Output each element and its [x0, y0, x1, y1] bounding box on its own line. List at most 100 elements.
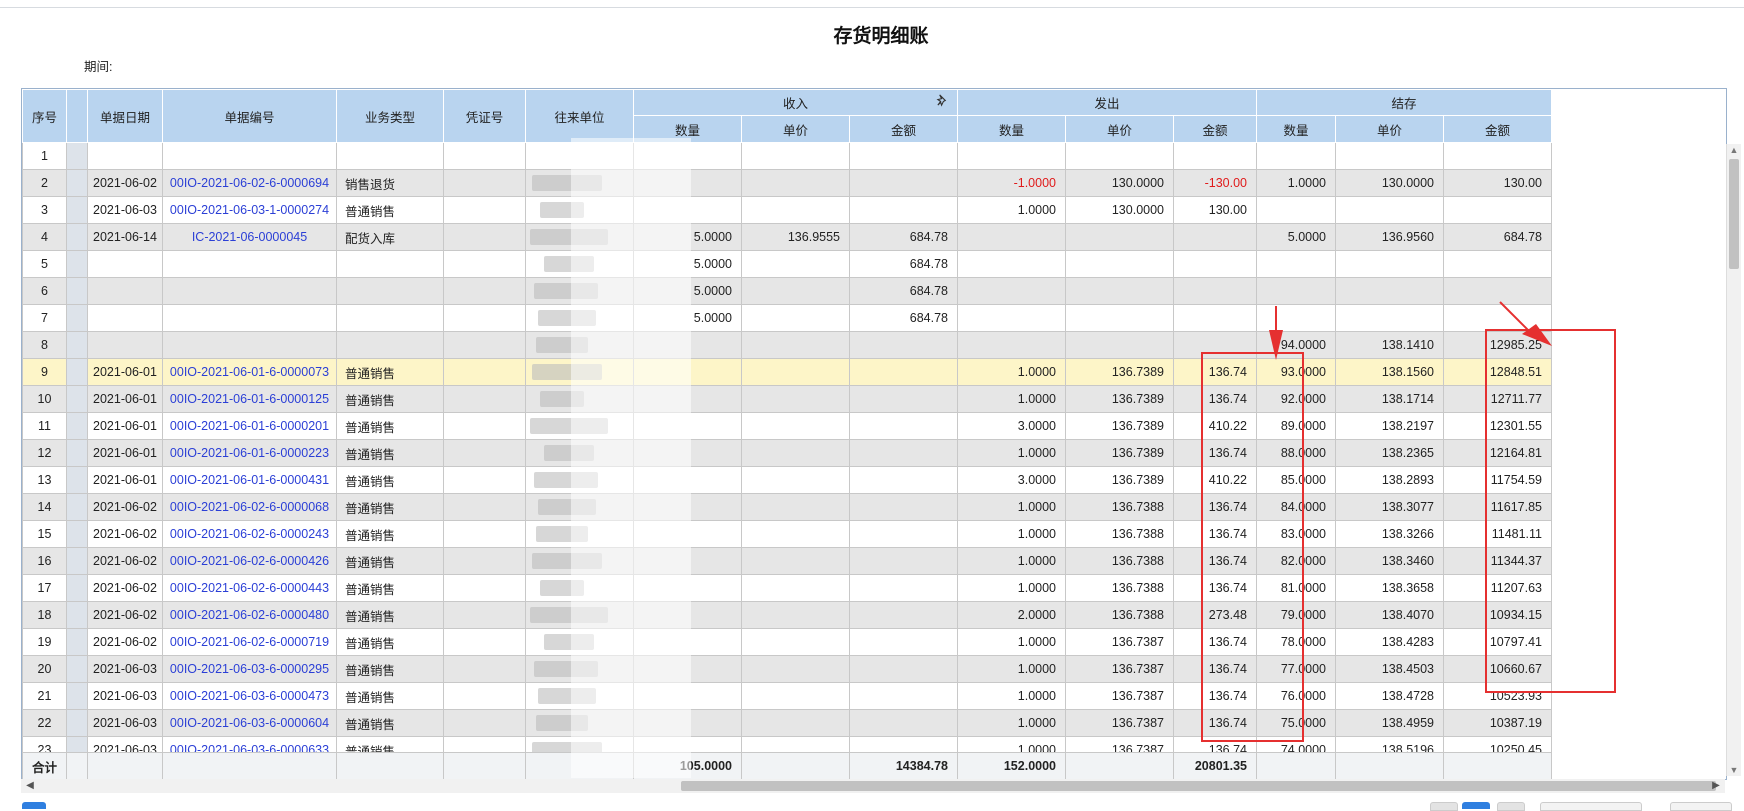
- table-row[interactable]: 22 2021-06-03 00IO-2021-06-03-6-0000604 普通销…: [22, 709, 1552, 737]
- table-row[interactable]: 5 5.0000 684.78: [22, 250, 1552, 278]
- table-row[interactable]: 16 2021-06-02 00IO-2021-06-02-6-0000426 普通销…: [22, 547, 1552, 575]
- footer-page-size-select[interactable]: [1540, 802, 1642, 811]
- doc-no-link[interactable]: 00IO-2021-06-02-6-0000443: [162, 574, 337, 602]
- doc-no-link[interactable]: 00IO-2021-06-02-6-0000719: [162, 628, 337, 656]
- group-issue-header[interactable]: 发出: [957, 89, 1257, 116]
- doc-no-link[interactable]: [162, 277, 337, 305]
- footer-goto-input[interactable]: [1670, 802, 1732, 811]
- issue-price-cell: 136.7387: [1065, 628, 1174, 656]
- date-cell: 2021-06-02: [87, 628, 163, 656]
- table-row[interactable]: 21 2021-06-03 00IO-2021-06-03-6-0000473 普通销…: [22, 682, 1552, 710]
- table-row[interactable]: 1: [22, 142, 1552, 170]
- doc-no-link[interactable]: 00IO-2021-06-02-6-0000480: [162, 601, 337, 629]
- table-row[interactable]: 20 2021-06-03 00IO-2021-06-03-6-0000295 普通销…: [22, 655, 1552, 683]
- income-price-cell: [741, 601, 850, 629]
- table-row[interactable]: 6 5.0000 684.78: [22, 277, 1552, 305]
- balance-price-cell: 138.2197: [1335, 412, 1444, 440]
- doc-no-link[interactable]: IC-2021-06-0000045: [162, 223, 337, 251]
- table-row[interactable]: 17 2021-06-02 00IO-2021-06-02-6-0000443 普通销…: [22, 574, 1552, 602]
- income-price-cell: [741, 277, 850, 305]
- doc-no-link[interactable]: 00IO-2021-06-02-6-0000068: [162, 493, 337, 521]
- doc-no-link[interactable]: [162, 250, 337, 278]
- income-price-header[interactable]: 单价: [741, 115, 850, 143]
- col-voucher-header[interactable]: 凭证号: [443, 89, 526, 143]
- table-row[interactable]: 14 2021-06-02 00IO-2021-06-02-6-0000068 普通销…: [22, 493, 1552, 521]
- scroll-right-icon[interactable]: ▶: [1709, 779, 1723, 793]
- table-row[interactable]: 19 2021-06-02 00IO-2021-06-02-6-0000719 普通销…: [22, 628, 1552, 656]
- doc-no-link[interactable]: 00IO-2021-06-03-1-0000274: [162, 196, 337, 224]
- doc-no-link[interactable]: 00IO-2021-06-01-6-0000431: [162, 466, 337, 494]
- doc-no-link[interactable]: [162, 142, 337, 170]
- footer-page-button-active[interactable]: [1462, 802, 1490, 809]
- table-row[interactable]: 3 2021-06-03 00IO-2021-06-03-1-0000274 普通销售…: [22, 196, 1552, 224]
- horizontal-scrollbar[interactable]: ◀ ▶: [21, 779, 1725, 793]
- doc-no-link[interactable]: 00IO-2021-06-02-6-0000426: [162, 547, 337, 575]
- doc-no-link[interactable]: [162, 304, 337, 332]
- balance-qty-cell: 1.0000: [1256, 169, 1336, 197]
- doc-no-link[interactable]: 00IO-2021-06-01-6-0000201: [162, 412, 337, 440]
- footer-page-button[interactable]: [1430, 802, 1458, 811]
- income-amount-cell: [849, 358, 958, 386]
- table-row[interactable]: 13 2021-06-01 00IO-2021-06-01-6-0000431 普通销…: [22, 466, 1552, 494]
- income-price-cell: [741, 412, 850, 440]
- doc-no-link[interactable]: 00IO-2021-06-01-6-0000073: [162, 358, 337, 386]
- table-row[interactable]: 10 2021-06-01 00IO-2021-06-01-6-0000125 普通销…: [22, 385, 1552, 413]
- balance-amount-header[interactable]: 金额: [1443, 115, 1552, 143]
- doc-no-link[interactable]: 00IO-2021-06-01-6-0000223: [162, 439, 337, 467]
- balance-price-header[interactable]: 单价: [1335, 115, 1444, 143]
- biz-type-cell: [336, 277, 444, 305]
- col-biztype-header[interactable]: 业务类型: [336, 89, 444, 143]
- footer-left-button[interactable]: [22, 802, 46, 809]
- income-price-cell: [741, 142, 850, 170]
- doc-no-link[interactable]: 00IO-2021-06-02-6-0000243: [162, 520, 337, 548]
- table-row[interactable]: 11 2021-06-01 00IO-2021-06-01-6-0000201 普通销…: [22, 412, 1552, 440]
- issue-amount-header[interactable]: 金额: [1173, 115, 1257, 143]
- table-row[interactable]: 2 2021-06-02 00IO-2021-06-02-6-0000694 销售退货…: [22, 169, 1552, 197]
- table-row[interactable]: 9 2021-06-01 00IO-2021-06-01-6-0000073 普通销售…: [22, 358, 1552, 386]
- date-cell: [87, 142, 163, 170]
- scroll-down-icon[interactable]: ▼: [1729, 765, 1739, 775]
- group-income-header[interactable]: 收入: [633, 89, 958, 116]
- row-gutter: [66, 601, 88, 629]
- doc-no-link[interactable]: 00IO-2021-06-03-6-0000604: [162, 709, 337, 737]
- row-gutter: [66, 331, 88, 359]
- footer-page-button-next[interactable]: [1497, 802, 1525, 811]
- group-balance-header[interactable]: 结存: [1256, 89, 1552, 116]
- issue-qty-header[interactable]: 数量: [957, 115, 1066, 143]
- balance-amount-cell: [1443, 196, 1552, 224]
- col-date-header[interactable]: 单据日期: [87, 89, 163, 143]
- doc-no-link[interactable]: 00IO-2021-06-02-6-0000694: [162, 169, 337, 197]
- doc-no-link[interactable]: 00IO-2021-06-03-6-0000473: [162, 682, 337, 710]
- income-amount-header[interactable]: 金额: [849, 115, 958, 143]
- scroll-up-icon[interactable]: ▲: [1729, 145, 1739, 155]
- row-gutter: [66, 196, 88, 224]
- table-row[interactable]: 12 2021-06-01 00IO-2021-06-01-6-0000223 普通销…: [22, 439, 1552, 467]
- income-amount-cell: [849, 655, 958, 683]
- table-row[interactable]: 18 2021-06-02 00IO-2021-06-02-6-0000480 普通销…: [22, 601, 1552, 629]
- table-row[interactable]: 15 2021-06-02 00IO-2021-06-02-6-0000243 普通销…: [22, 520, 1552, 548]
- horizontal-scroll-thumb[interactable]: [681, 781, 1716, 791]
- pin-icon[interactable]: [936, 94, 949, 110]
- ledger-grid[interactable]: 序号 单据日期 单据编号 业务类型 凭证号 往来单位 收入 发出 结存 数量 单…: [21, 88, 1727, 780]
- voucher-cell: [443, 169, 526, 197]
- vertical-scrollbar[interactable]: ▲ ▼: [1726, 144, 1741, 776]
- table-row[interactable]: 4 2021-06-14 IC-2021-06-0000045 配货入库 5.0000 1…: [22, 223, 1552, 251]
- col-docno-header[interactable]: 单据编号: [162, 89, 337, 143]
- table-row[interactable]: 7 5.0000 684.78: [22, 304, 1552, 332]
- balance-price-cell: [1335, 277, 1444, 305]
- issue-price-header[interactable]: 单价: [1065, 115, 1174, 143]
- vertical-scroll-thumb[interactable]: [1729, 159, 1739, 269]
- col-partner-header[interactable]: 往来单位: [525, 89, 634, 143]
- income-price-cell: [741, 709, 850, 737]
- col-seq-header[interactable]: 序号: [22, 89, 67, 143]
- doc-no-link[interactable]: 00IO-2021-06-01-6-0000125: [162, 385, 337, 413]
- scroll-left-icon[interactable]: ◀: [23, 779, 37, 793]
- voucher-cell: [443, 250, 526, 278]
- balance-qty-header[interactable]: 数量: [1256, 115, 1336, 143]
- balance-price-cell: 138.2365: [1335, 439, 1444, 467]
- row-gutter: [66, 709, 88, 737]
- doc-no-link[interactable]: 00IO-2021-06-03-6-0000295: [162, 655, 337, 683]
- voucher-cell: [443, 385, 526, 413]
- doc-no-link[interactable]: [162, 331, 337, 359]
- table-row[interactable]: 8 94.0000 138.1410 12985.25: [22, 331, 1552, 359]
